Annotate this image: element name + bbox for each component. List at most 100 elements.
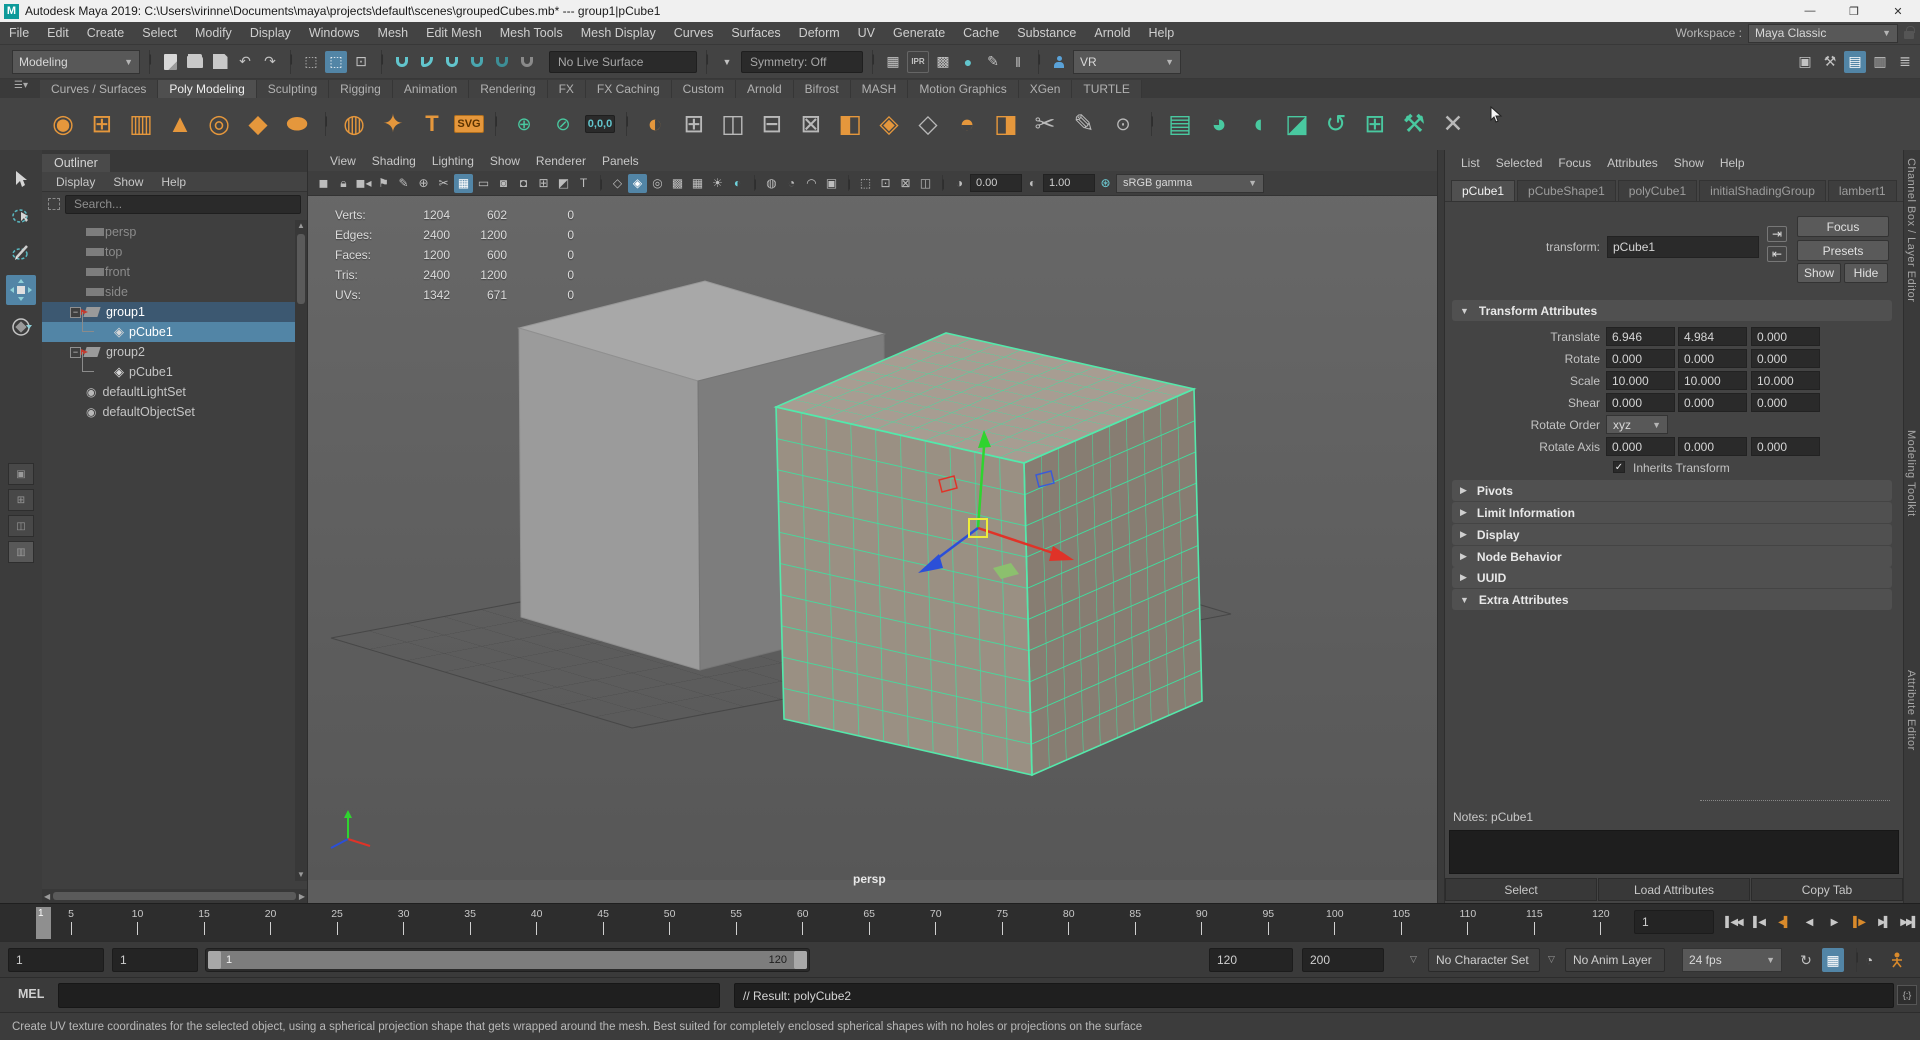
isolate-select-icon[interactable]: ⬚ (856, 174, 875, 193)
wireframe-on-shaded-icon[interactable]: ▦ (688, 174, 707, 193)
selection-filter-icon[interactable] (48, 198, 60, 210)
menu-cache[interactable]: Cache (954, 22, 1008, 45)
menu-set-dropdown[interactable]: Modeling ▼ (12, 50, 140, 74)
resolution-gate-icon[interactable]: ◙ (494, 174, 513, 193)
rotate-axis-y-field[interactable]: 0.000 (1678, 437, 1747, 456)
anim-layer-field[interactable]: No Anim Layer (1565, 948, 1665, 972)
step-back-frame-button[interactable]: ▌◀ (1747, 910, 1770, 934)
hide-button[interactable]: Hide (1844, 263, 1888, 283)
layout-current-button[interactable]: ▥ (8, 541, 34, 563)
render-view-icon[interactable]: ● (957, 51, 979, 73)
uv-editor-icon[interactable]: ⊞ (1358, 106, 1392, 142)
viewport-menu-shading[interactable]: Shading (364, 154, 424, 168)
menu-mesh[interactable]: Mesh (369, 22, 418, 45)
range-start-handle[interactable] (208, 951, 221, 969)
shelf-tab-motion-graphics[interactable]: Motion Graphics (908, 80, 1018, 98)
anim-layer-menu-icon[interactable]: ▽ (1548, 954, 1555, 965)
open-scene-icon[interactable] (184, 51, 206, 73)
ae-menu-focus[interactable]: Focus (1550, 156, 1599, 170)
workspace-dropdown[interactable]: Maya Classic ▼ (1748, 24, 1898, 43)
shear-x-field[interactable]: 0.000 (1606, 393, 1675, 412)
layout-single-pane-button[interactable]: ▣ (8, 463, 34, 485)
target-weld-icon[interactable]: ⊙ (1106, 106, 1140, 142)
shear-y-field[interactable]: 0.000 (1678, 393, 1747, 412)
step-back-key-button[interactable]: ◀▌ (1772, 910, 1795, 934)
live-surface-field[interactable]: No Live Surface (549, 51, 697, 73)
tab-attribute-editor[interactable]: Attribute Editor (1905, 670, 1917, 751)
shelf-menu-icon[interactable]: ☰▾ (14, 80, 28, 91)
lighting-toggle-icon[interactable]: ☀ (708, 174, 727, 193)
range-slider[interactable]: 1 120 (205, 948, 810, 972)
scroll-left-icon[interactable]: ◀ (44, 892, 50, 901)
outliner-menu-show[interactable]: Show (105, 175, 151, 189)
xray-active-icon[interactable]: ◫ (916, 174, 935, 193)
section-pivots[interactable]: ▶Pivots (1452, 480, 1892, 501)
film-gate-icon[interactable]: ▭ (474, 174, 493, 193)
viewport-menu-lighting[interactable]: Lighting (424, 154, 482, 168)
outliner-horizontal-scrollbar[interactable]: ◀▶ (42, 889, 307, 903)
uv-contour-stretch-icon[interactable]: ↺ (1319, 106, 1353, 142)
poly-disc-icon[interactable]: ⬬ (280, 106, 314, 142)
shelf-tab-custom[interactable]: Custom (672, 80, 736, 98)
ae-tab-initialshadinggroup[interactable]: initialShadingGroup (1699, 180, 1826, 201)
rotate-tool-icon[interactable] (6, 312, 36, 342)
motion-blur-icon[interactable]: ◔ (782, 174, 801, 193)
menu-select[interactable]: Select (133, 22, 186, 45)
play-backwards-button[interactable]: ◀ (1797, 910, 1820, 934)
exposure-field[interactable]: 0.00 (970, 174, 1022, 192)
play-forwards-button[interactable]: ▶ (1822, 910, 1845, 934)
ae-menu-show[interactable]: Show (1666, 156, 1712, 170)
character-set-menu-icon[interactable]: ▽ (1410, 954, 1417, 965)
menu-surfaces[interactable]: Surfaces (722, 22, 789, 45)
uv-cylindrical-icon[interactable]: ◕ (1202, 106, 1236, 142)
outliner-item-front[interactable]: front (42, 262, 307, 282)
rotate-x-field[interactable]: 0.000 (1606, 349, 1675, 368)
animation-preferences-icon[interactable]: ◔ (1858, 948, 1880, 972)
group-separator[interactable] (290, 50, 291, 74)
super-shape-icon[interactable]: ◍ (337, 106, 371, 142)
construction-plane-icon[interactable]: ⊕ (507, 106, 541, 142)
shadows-toggle-icon[interactable]: ◐ (728, 174, 747, 193)
exposure-icon[interactable]: ◑ (950, 174, 969, 193)
ae-tab-pcube1[interactable]: pCube1 (1451, 180, 1515, 201)
select-hierarchy-icon[interactable]: ⬚ (300, 51, 322, 73)
playback-end-field[interactable]: 120 (1209, 948, 1293, 972)
sweep-mesh-icon[interactable]: ✦ (376, 106, 410, 142)
field-chart-icon[interactable]: ⊞ (534, 174, 553, 193)
layout-four-pane-button[interactable]: ⊞ (8, 489, 34, 511)
ae-menu-help[interactable]: Help (1712, 156, 1753, 170)
panel-divider[interactable] (1437, 150, 1445, 903)
screen-space-ao-icon[interactable]: ◍ (762, 174, 781, 193)
collapse-icon[interactable]: − (70, 347, 81, 358)
current-frame-field[interactable]: 1 (1634, 910, 1714, 934)
time-slider[interactable]: 1 5 10 15 20 25 30 35 40 45 50 55 60 65 … (0, 903, 1920, 941)
rotate-y-field[interactable]: 0.000 (1678, 349, 1747, 368)
outliner-item-defaultobjectset[interactable]: ◉defaultObjectSet (42, 402, 307, 422)
light-editor-icon[interactable]: ✎ (982, 51, 1004, 73)
focus-button[interactable]: Focus (1797, 216, 1889, 237)
outliner-item-persp[interactable]: persp (42, 222, 307, 242)
shelf-tab-arnold[interactable]: Arnold (736, 80, 794, 98)
transform-name-field[interactable]: pCube1 (1607, 236, 1759, 258)
menu-mesh-tools[interactable]: Mesh Tools (491, 22, 572, 45)
oversampling-icon[interactable]: ✂ (434, 174, 453, 193)
section-limit-information[interactable]: ▶Limit Information (1452, 502, 1892, 523)
select-component-mode-icon[interactable]: ⊡ (350, 51, 372, 73)
pin-node-icon[interactable]: ⇥ (1767, 226, 1787, 242)
section-extra-attributes[interactable]: ▼Extra Attributes (1452, 589, 1892, 610)
snap-to-projected-center-icon[interactable] (466, 51, 488, 73)
viewport-menu-renderer[interactable]: Renderer (528, 154, 594, 168)
group-separator[interactable] (1038, 50, 1039, 74)
translate-z-field[interactable]: 0.000 (1751, 327, 1820, 346)
go-to-end-button[interactable]: ▶▶▌ (1897, 910, 1920, 934)
xray-icon[interactable]: ⊡ (876, 174, 895, 193)
outliner-item-side[interactable]: side (42, 282, 307, 302)
collapse-icon[interactable]: − (70, 307, 81, 318)
uv-spherical-icon[interactable]: ◖ (1241, 106, 1275, 142)
symmetry-field[interactable]: Symmetry: Off (741, 51, 863, 73)
combine-icon[interactable]: ⊞ (677, 106, 711, 142)
grid-toggle-icon[interactable]: ▦ (454, 174, 473, 193)
poly-plane-icon[interactable]: ◆ (241, 106, 275, 142)
menu-substance[interactable]: Substance (1008, 22, 1085, 45)
outliner-vertical-scrollbar[interactable]: ▲ ▼ (295, 220, 307, 881)
